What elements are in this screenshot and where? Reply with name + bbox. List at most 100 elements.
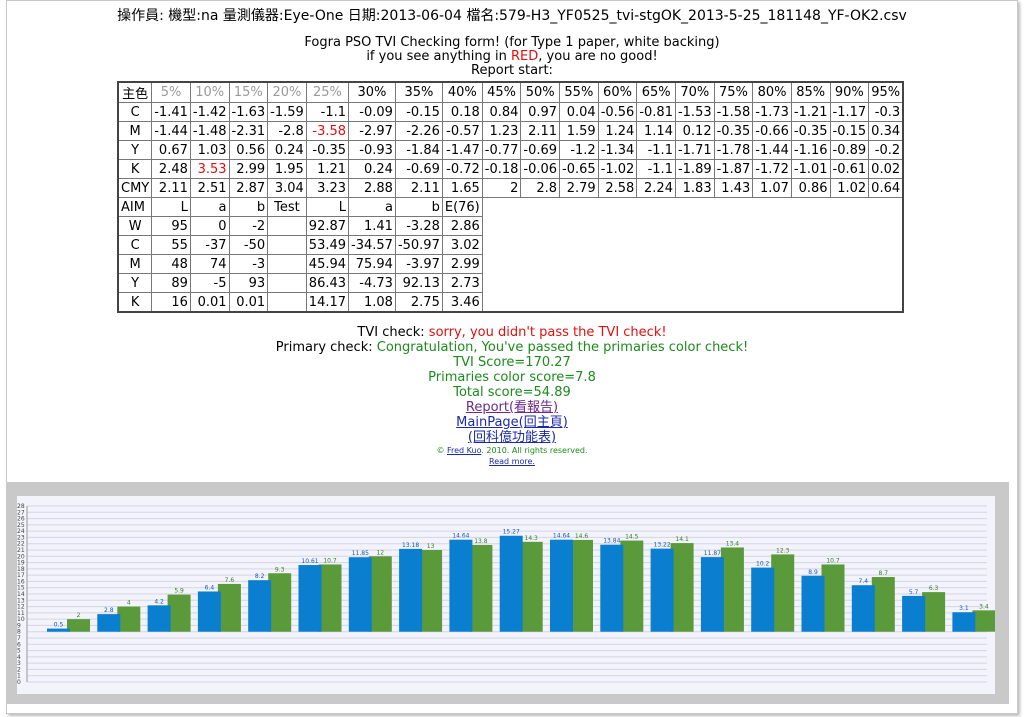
tvi-header-row: 主色 5% 10% 15% 20% 25% 30% 35% 40% 45% 50% 55% 60% 65%… (117, 81, 904, 103)
tvi-check-label: TVI check: (357, 325, 429, 340)
aim-header-row: AIM La b Test La b E(76) (117, 197, 904, 313)
y-tick-label: 8 (17, 629, 21, 636)
tvi-cell: -0.61 (829, 159, 870, 179)
primary-check-result: Congratulation, You've passed the primar… (376, 340, 749, 355)
report-link[interactable]: Report(看報告) (466, 400, 558, 415)
tvi-cell: -1.34 (597, 140, 638, 160)
measured-bar-label: 14.64 (553, 533, 570, 540)
tvi-cell: 1.43 (713, 178, 754, 198)
tvi-cell: 1.59 (559, 121, 599, 141)
target-bar (972, 610, 996, 632)
aim-cell: -5 (189, 273, 230, 293)
report-start: Report start: (471, 63, 553, 78)
y-tick-label: 5 (17, 648, 21, 655)
y-tick-label: 27 (17, 509, 25, 516)
tvi-table: 主色 5% 10% 15% 20% 25% 30% 35% 40% 45% 50% 55% 60% 65%… (117, 81, 905, 313)
target-bar-label: 13.4 (726, 540, 740, 547)
target-bar-label: 6.3 (929, 585, 939, 592)
y-tick-label: 19 (17, 560, 25, 567)
tvi-cell: -2.8 (267, 121, 307, 141)
read-more-link[interactable]: Read more. (489, 457, 535, 466)
tvi-score: TVI Score=170.27 (453, 355, 571, 370)
tvi-cell: -0.18 (481, 159, 522, 179)
y-tick-label: 18 (17, 566, 25, 573)
aim-cell: 14.17 (305, 292, 350, 313)
tvi-cell: 2.87 (228, 178, 269, 198)
aim-cell (267, 254, 307, 274)
y-tick-label: 12 (17, 604, 25, 611)
measured-bar (801, 575, 825, 632)
intro-text: Fogra PSO TVI Checking form! (for Type 1… (0, 36, 1024, 78)
aim-cell: 1.08 (348, 292, 396, 313)
target-bar (570, 539, 593, 632)
measured-bar-label: 11.87 (704, 550, 721, 557)
primary-check-label: Primary check: (275, 340, 377, 355)
target-bar (268, 573, 292, 632)
tvi-cell: -1.73 (752, 102, 792, 122)
author-link[interactable]: Fred Kuo (447, 446, 481, 455)
tvi-cell: -2.97 (348, 121, 396, 141)
aim-col-header: E(76) (441, 197, 483, 217)
warning-post: , you are no good! (538, 49, 658, 64)
tvi-cell: -1.53 (674, 102, 715, 122)
measured-bar (600, 544, 624, 632)
y-tick-label: 23 (17, 534, 25, 541)
tvi-cell: -0.56 (597, 102, 638, 122)
mainpage-link[interactable]: MainPage(回主頁) (456, 415, 568, 430)
tvi-cell: -1.47 (441, 140, 483, 160)
tvi-row-c: C -1.41 -1.42 -1.63 -1.59 -1.1 -0.09 -0.15 0.18 0… (117, 102, 904, 122)
warning-red-word: RED (511, 49, 539, 64)
measured-bar-label: 13.84 (603, 538, 620, 545)
tvi-cell: -2.31 (228, 121, 269, 141)
tvi-cell: -1.78 (713, 140, 754, 160)
tvi-cell: -0.77 (481, 140, 522, 160)
tvi-row-label: K (117, 159, 153, 179)
tvi-cell: -1.02 (597, 159, 638, 179)
tvi-row-label: C (117, 102, 153, 122)
tvi-cell: 1.02 (829, 178, 870, 198)
aim-cell: 3.02 (441, 235, 483, 255)
tvi-cell: 2.11 (394, 178, 443, 198)
tvi-cell: -1.44 (752, 140, 792, 160)
target-bar (821, 564, 845, 632)
tvi-cell: -1.2 (559, 140, 599, 160)
measured-bar (851, 585, 875, 632)
target-bar (469, 544, 493, 632)
tvi-col-header: 35% (394, 81, 443, 103)
tvi-cell: -0.06 (520, 159, 561, 179)
target-bar (419, 550, 443, 632)
tvi-cell: -1.59 (267, 102, 307, 122)
tvi-col-header: 5% (151, 81, 191, 103)
measured-bar (650, 548, 674, 632)
tvi-cell: 2.79 (559, 178, 599, 198)
target-bar-label: 14.5 (625, 534, 639, 541)
aim-col-header: L (305, 197, 350, 217)
aim-cell: -4.73 (348, 273, 396, 293)
back-link[interactable]: (回科億功能表) (468, 430, 556, 445)
target-bar-label: 9.3 (275, 566, 285, 573)
aim-cell: 0.01 (189, 292, 230, 313)
tvi-cell: 0.64 (868, 178, 904, 198)
aim-cell: -2 (228, 216, 269, 236)
y-tick-label: 2 (17, 666, 21, 673)
aim-cell (267, 292, 307, 313)
aim-col-header: b (228, 197, 269, 217)
tvi-cell: -1.89 (674, 159, 715, 179)
y-tick-label: 14 (17, 591, 25, 598)
tvi-cell: 2.58 (597, 178, 638, 198)
aim-cell: 45.94 (305, 254, 350, 274)
tvi-cell: 0.67 (151, 140, 191, 160)
tvi-cell: -1.1 (636, 140, 676, 160)
tvi-col-header: 95% (868, 81, 904, 103)
aim-col-header: b (394, 197, 443, 217)
tvi-row-m: M -1.44 -1.48 -2.31 -2.8 -3.58 -2.97 -2.26 -0.57… (117, 121, 904, 141)
y-tick-label: 25 (17, 522, 25, 529)
tvi-cell: 0.12 (674, 121, 715, 141)
tvi-cell: 2.88 (348, 178, 396, 198)
tvi-cell: 2.99 (228, 159, 269, 179)
tvi-cell: -1.84 (394, 140, 443, 160)
y-tick-label: 24 (17, 528, 25, 535)
target-bar (217, 583, 241, 632)
tvi-cell: -0.69 (520, 140, 561, 160)
aim-cell: 0.01 (228, 292, 269, 313)
